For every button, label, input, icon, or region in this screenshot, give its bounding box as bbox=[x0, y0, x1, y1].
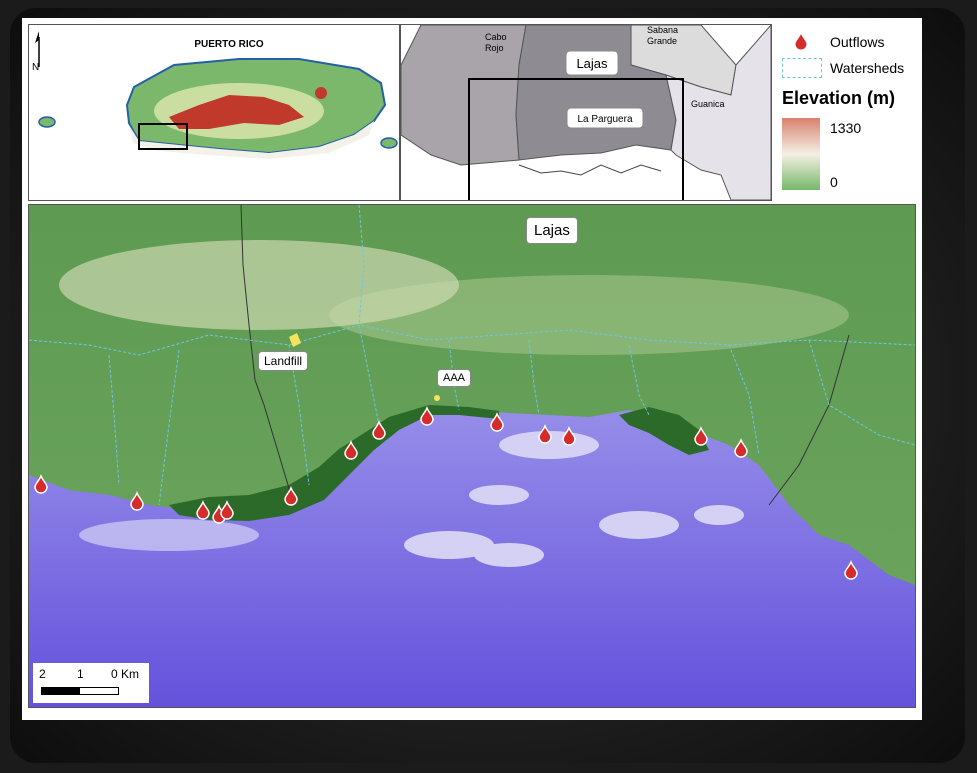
scale-tick-2: 2 bbox=[39, 667, 46, 681]
map-sheet: N PUERTO RICO Cabo Rojo Sabana Grande La… bbox=[22, 18, 922, 720]
reef-shoal-4 bbox=[599, 511, 679, 539]
vieques-island bbox=[380, 137, 398, 149]
legend-elev-min: 0 bbox=[830, 174, 838, 190]
scale-bar: 2 1 0 Km bbox=[33, 663, 149, 703]
scale-segment-white bbox=[79, 687, 119, 695]
elevation-ramp bbox=[782, 118, 820, 190]
legend: Outflows Watersheds Elevation (m) 1330 0 bbox=[778, 26, 918, 201]
puerto-rico-map: N PUERTO RICO bbox=[32, 31, 398, 159]
municipality-inset: Cabo Rojo Sabana Grande Lajas La Parguer… bbox=[400, 24, 772, 201]
north-label: N bbox=[32, 62, 39, 73]
main-label-aaa: AAA bbox=[437, 369, 472, 387]
main-map-canvas bbox=[29, 205, 915, 707]
main-label-landfill: Landfill bbox=[258, 351, 309, 371]
hills-shade bbox=[329, 275, 849, 355]
place-lajas: Lajas bbox=[576, 56, 608, 71]
scale-tick-1: 1 bbox=[77, 667, 84, 681]
reef-shoal-7 bbox=[79, 519, 259, 551]
place-sabana-line2: Grande bbox=[647, 36, 677, 46]
legend-outflows-label: Outflows bbox=[830, 34, 885, 50]
puerto-rico-inset: N PUERTO RICO bbox=[28, 24, 400, 201]
luquillo-peak bbox=[315, 87, 327, 99]
place-cabo-rojo-line2: Rojo bbox=[485, 43, 504, 53]
inset-title: PUERTO RICO bbox=[194, 39, 263, 50]
scale-tick-0: 0 Km bbox=[111, 667, 140, 681]
place-cabo-rojo-line1: Cabo bbox=[485, 32, 507, 42]
cabo-rojo-region bbox=[401, 25, 527, 166]
reef-shoal-3 bbox=[474, 543, 544, 567]
main-label-lajas: Lajas bbox=[526, 217, 578, 244]
place-sabana-line1: Sabana bbox=[647, 25, 678, 35]
place-la-parguera: La Parguera bbox=[577, 114, 632, 125]
aaa-site bbox=[434, 395, 440, 401]
municipality-map: Cabo Rojo Sabana Grande Lajas La Parguer… bbox=[401, 25, 771, 200]
main-map: Lajas Landfill AAA 2 1 0 Km bbox=[28, 204, 916, 708]
legend-elev-max: 1330 bbox=[830, 120, 862, 136]
reef-shoal-1 bbox=[469, 485, 529, 505]
place-guanica: Guanica bbox=[691, 99, 725, 109]
mona-island bbox=[38, 116, 56, 128]
watershed-swatch bbox=[782, 58, 822, 78]
legend-elevation-title: Elevation (m) bbox=[782, 88, 896, 108]
reef-shoal-5 bbox=[694, 505, 744, 525]
scale-segment-black bbox=[41, 687, 79, 695]
water-drop-icon bbox=[794, 32, 808, 50]
legend-watersheds-label: Watersheds bbox=[830, 60, 905, 76]
